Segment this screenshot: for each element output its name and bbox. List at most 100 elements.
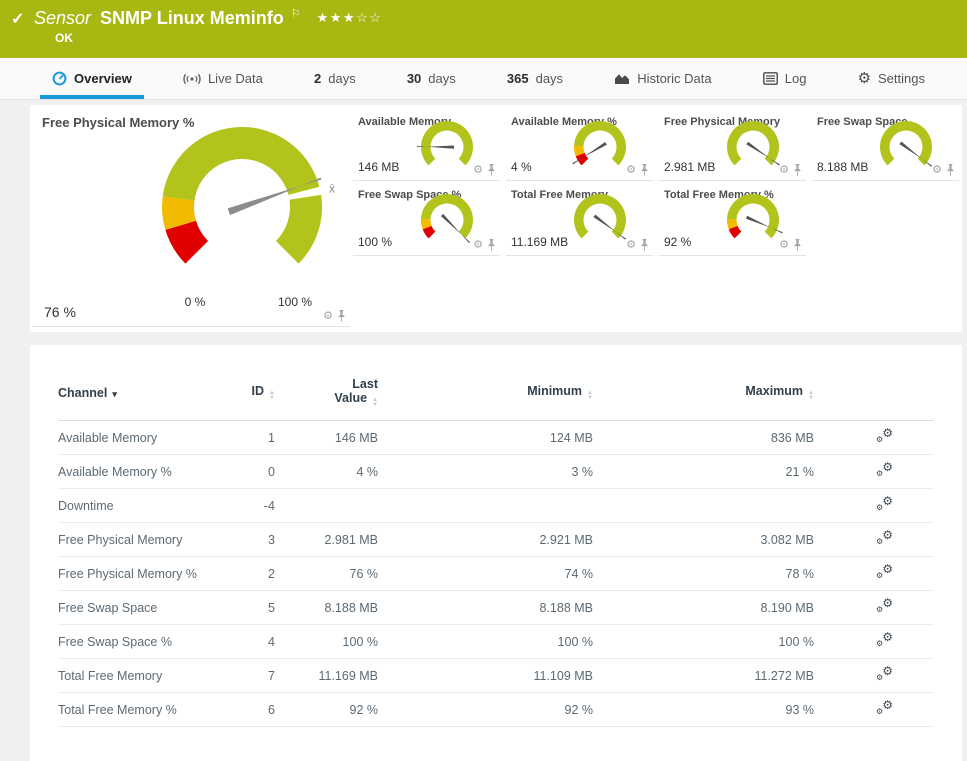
- table-row: Free Physical Memory 3 2.981 MB 2.921 MB…: [58, 523, 934, 557]
- edit-channel-settings-icon[interactable]: ⚙ ⚙: [876, 699, 893, 716]
- table-header-row: Channel ▾ ID ▲ ▼ Last Value ▲ ▼ Minimum ▲ ▼ Max…: [58, 361, 934, 421]
- priority-stars[interactable]: ★★★☆☆: [317, 10, 383, 25]
- tab-log[interactable]: Log: [751, 58, 819, 99]
- channel-name[interactable]: Free Swap Space %: [58, 635, 228, 649]
- column-header-maximum[interactable]: Maximum ▲ ▼: [593, 384, 814, 401]
- gauge-tile[interactable]: Available Memory 146 MB ⚙: [353, 108, 500, 181]
- channel-last-value: 76 %: [349, 566, 379, 581]
- channel-name[interactable]: Total Free Memory: [58, 669, 228, 683]
- table-body: Available Memory 1 146 MB 124 MB 836 MB …: [58, 421, 934, 727]
- edit-channel-settings-icon[interactable]: ⚙ ⚙: [876, 563, 893, 580]
- gauge-value: 4 %: [511, 160, 532, 174]
- channel-maximum: 836 MB: [770, 430, 814, 445]
- tab-overview[interactable]: Overview: [40, 58, 144, 99]
- edit-channel-settings-icon[interactable]: ⚙ ⚙: [876, 495, 893, 512]
- gauge-tile[interactable]: Free Physical Memory 2.981 MB ⚙: [659, 108, 806, 181]
- gauge-value: 100 %: [358, 235, 393, 249]
- edit-channel-settings-icon[interactable]: ⚙ ⚙: [876, 597, 893, 614]
- edit-channel-settings-icon[interactable]: ⚙ ⚙: [876, 529, 893, 546]
- tab-settings[interactable]: ⚙ Settings: [846, 58, 937, 99]
- gauge-svg: [723, 190, 783, 250]
- channel-name[interactable]: Free Physical Memory %: [58, 567, 228, 581]
- gauge-svg: [723, 117, 783, 177]
- gauge-svg: [417, 190, 477, 250]
- channel-last-value: 11.169 MB: [318, 668, 378, 683]
- channel-name[interactable]: Total Free Memory %: [58, 703, 228, 717]
- channel-name[interactable]: Free Swap Space: [58, 601, 228, 615]
- gauges-panel: Free Physical Memory % x̄ 0 % 100 % 76 %…: [30, 105, 962, 332]
- channel-name[interactable]: Downtime: [58, 499, 228, 513]
- edit-channel-settings-icon[interactable]: ⚙ ⚙: [876, 631, 893, 648]
- pin-icon[interactable]: [487, 164, 496, 176]
- pin-icon[interactable]: [487, 239, 496, 251]
- tab-2-days[interactable]: 2 days: [302, 58, 368, 99]
- gauge-tile[interactable]: Free Swap Space % 100 % ⚙: [353, 181, 500, 256]
- gauge-svg: [570, 190, 630, 250]
- column-header-id[interactable]: ID ▲ ▼: [228, 384, 275, 401]
- tab-365-days-number: 365: [506, 71, 529, 86]
- pin-icon[interactable]: [793, 164, 802, 176]
- channel-maximum: 3.082 MB: [760, 532, 814, 547]
- channel-name[interactable]: Available Memory: [58, 431, 228, 445]
- tab-30-days-number: 30: [406, 71, 422, 86]
- main-gauge-min-label: 0 %: [184, 295, 206, 309]
- tab-live-data-label: Live Data: [207, 71, 263, 86]
- gauge-tile[interactable]: Free Swap Space 8.188 MB ⚙: [812, 108, 959, 181]
- channel-name[interactable]: Available Memory %: [58, 465, 228, 479]
- gauge-tile[interactable]: Total Free Memory 11.169 MB ⚙: [506, 181, 653, 256]
- svg-text:x̄: x̄: [329, 181, 335, 195]
- channel-settings-gear-icon[interactable]: ⚙: [932, 165, 942, 176]
- table-row: Total Free Memory % 6 92 % 92 % 93 % ⚙ ⚙: [58, 693, 934, 727]
- tab-bar: Overview Live Data 2 days 30 days 365 da…: [0, 58, 967, 100]
- pin-icon[interactable]: [946, 164, 955, 176]
- channel-maximum: 93 %: [785, 702, 815, 717]
- column-header-last-value[interactable]: Last Value ▲ ▼: [275, 377, 378, 408]
- column-header-channel[interactable]: Channel ▾: [58, 386, 228, 400]
- channel-minimum: 3 %: [571, 464, 593, 479]
- edit-channel-settings-icon[interactable]: ⚙ ⚙: [876, 461, 893, 478]
- table-row: Free Physical Memory % 2 76 % 74 % 78 % …: [58, 557, 934, 591]
- gauge-value: 146 MB: [358, 160, 400, 174]
- edit-channel-settings-icon[interactable]: ⚙ ⚙: [876, 665, 893, 682]
- main-gauge-tile[interactable]: Free Physical Memory % x̄ 0 % 100 % 76 %…: [32, 105, 350, 327]
- channel-settings-gear-icon[interactable]: ⚙: [473, 165, 483, 176]
- gauge-tile[interactable]: Total Free Memory % 92 % ⚙: [659, 181, 806, 256]
- channel-last-value: 2.981 MB: [324, 532, 378, 547]
- pin-icon[interactable]: [337, 310, 346, 322]
- channel-maximum: 100 %: [778, 634, 814, 649]
- pin-icon[interactable]: [640, 164, 649, 176]
- tab-365-days[interactable]: 365 days: [495, 58, 575, 99]
- channel-id: 1: [268, 430, 275, 445]
- column-header-minimum[interactable]: Minimum ▲ ▼: [378, 384, 593, 401]
- channel-last-value: 92 %: [349, 702, 379, 717]
- tab-30-days[interactable]: 30 days: [395, 58, 468, 99]
- log-icon: [762, 72, 778, 85]
- live-data-icon: [183, 73, 201, 84]
- channel-id: -4: [263, 498, 275, 513]
- channel-name[interactable]: Free Physical Memory: [58, 533, 228, 547]
- channel-settings-gear-icon[interactable]: ⚙: [473, 240, 483, 251]
- tab-365-days-label: days: [535, 71, 564, 86]
- channel-id: 0: [268, 464, 275, 479]
- channel-settings-gear-icon[interactable]: ⚙: [779, 165, 789, 176]
- pin-icon[interactable]: [640, 239, 649, 251]
- small-gauge-grid: Available Memory 146 MB ⚙ Available Memo…: [350, 105, 962, 332]
- priority-flag-icon[interactable]: ⚐: [291, 8, 301, 20]
- channel-settings-gear-icon[interactable]: ⚙: [323, 311, 333, 322]
- tab-historic-data[interactable]: Historic Data: [602, 58, 723, 99]
- edit-channel-settings-icon[interactable]: ⚙ ⚙: [876, 427, 893, 444]
- gauge-svg: [570, 117, 630, 177]
- channel-settings-gear-icon[interactable]: ⚙: [626, 240, 636, 251]
- gauge-tile[interactable]: Available Memory % 4 % ⚙: [506, 108, 653, 181]
- channel-last-value: 8.188 MB: [324, 600, 378, 615]
- channel-minimum: 11.109 MB: [533, 668, 593, 683]
- sensor-header: ✓ Sensor SNMP Linux Meminfo ⚐ ★★★☆☆ OK: [0, 0, 967, 58]
- table-row: Downtime -4 ⚙ ⚙: [58, 489, 934, 523]
- tab-live-data[interactable]: Live Data: [171, 58, 275, 99]
- channel-maximum: 21 %: [785, 464, 815, 479]
- gauge-value: 11.169 MB: [511, 235, 569, 249]
- pin-icon[interactable]: [793, 239, 802, 251]
- channel-id: 3: [268, 532, 275, 547]
- channel-settings-gear-icon[interactable]: ⚙: [779, 240, 789, 251]
- channel-settings-gear-icon[interactable]: ⚙: [626, 165, 636, 176]
